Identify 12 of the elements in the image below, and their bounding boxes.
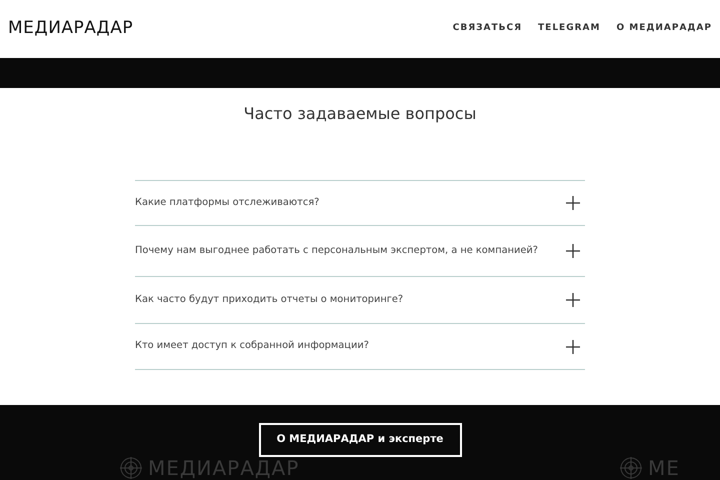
about-button[interactable]: О МЕДИАРАДАР и эксперте — [258, 423, 462, 457]
nav-link[interactable]: TELEGRAM — [538, 22, 600, 36]
faq-question[interactable]: Почему нам выгоднее работать с персональным экспертом, а не компанией? — [135, 226, 585, 278]
nav-link[interactable]: СВЯЗАТЬСЯ — [452, 22, 522, 36]
faq-question[interactable]: Как часто будут приходить отчеты о мониторинге? — [135, 277, 585, 324]
radar-icon — [120, 457, 142, 479]
site-logo[interactable]: МЕДИАРАДАР — [8, 16, 134, 42]
nav-link[interactable]: О МЕДИАРАДАР — [616, 22, 712, 36]
section-title: Часто задаваемые вопросы — [242, 103, 478, 124]
faq-question[interactable]: Кто имеет доступ к собранной информации? — [135, 324, 585, 370]
faq-question[interactable]: Какие платформы отслеживаются? — [135, 181, 585, 226]
radar-icon — [620, 457, 642, 479]
